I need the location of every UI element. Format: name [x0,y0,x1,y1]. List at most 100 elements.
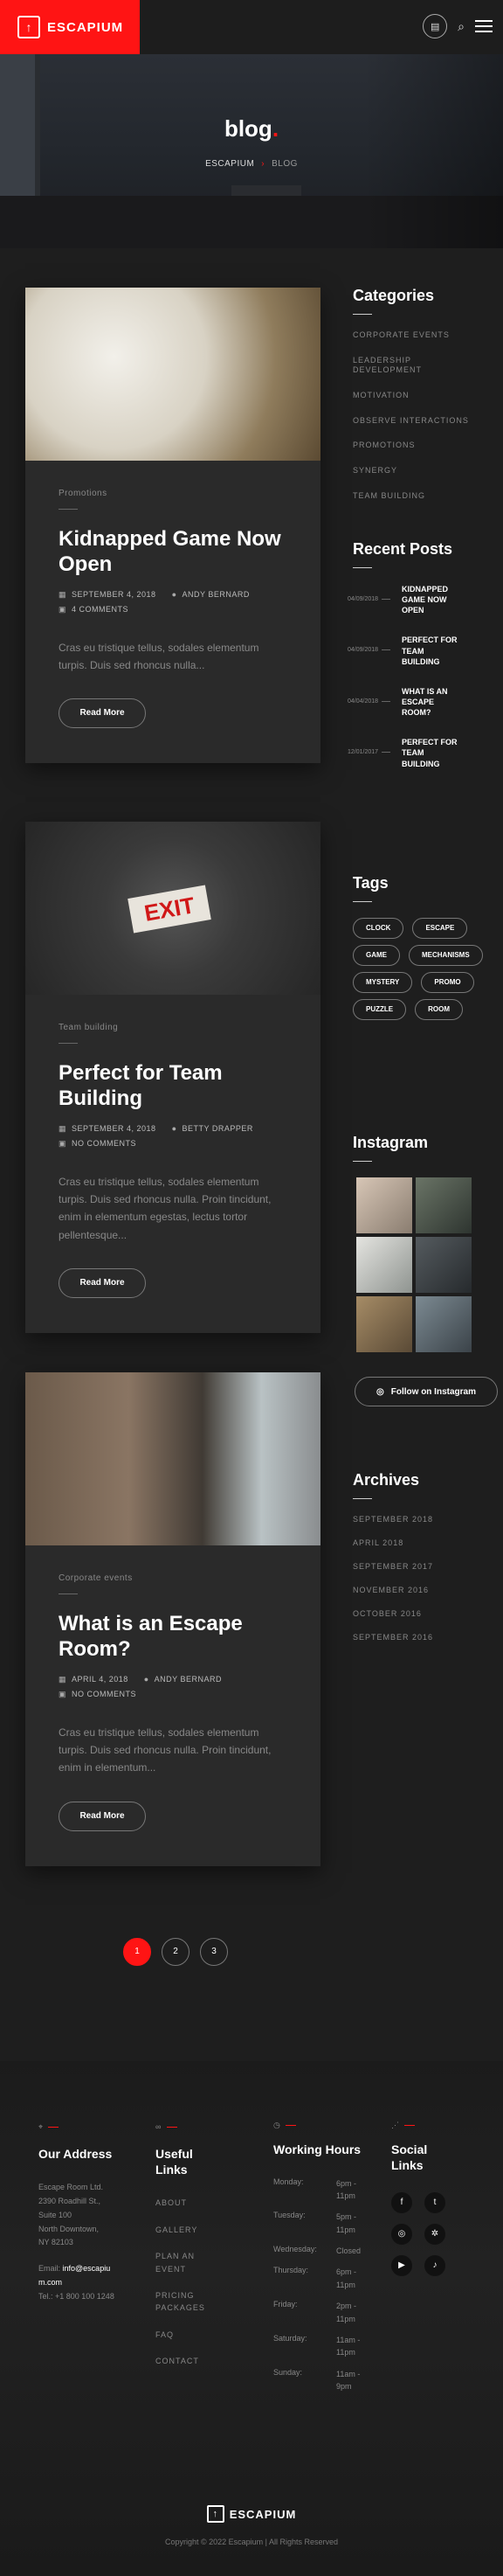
header-actions: ▤ ⌕ [423,14,493,38]
category-link[interactable]: MOTIVATION [353,391,493,401]
tag-link[interactable]: PUZZLE [353,999,407,1020]
category-link[interactable]: OBSERVE INTERACTIONS [353,416,493,427]
post-image-exit-sign[interactable]: EXIT [25,822,320,995]
brand-logo[interactable]: ↑ ESCAPIUM [0,0,140,54]
recent-post-item[interactable]: 12/01/2017 PERFECT FOR TEAM BUILDING [348,737,493,768]
recent-post-item[interactable]: 04/09/2018 PERFECT FOR TEAM BUILDING [348,635,493,666]
instagram-photo[interactable] [356,1237,412,1293]
recent-post-date: 04/09/2018 [348,584,402,602]
instagram-icon: ◎ [376,1386,384,1397]
recent-post-item[interactable]: 04/04/2018 WHAT IS AN ESCAPE ROOM? [348,686,493,718]
page-link-1[interactable]: 1 [123,1938,151,1966]
post-category[interactable]: Promotions [59,489,287,498]
read-more-button[interactable]: Read More [59,698,146,729]
footer-link[interactable]: GALLERY [155,2224,217,2236]
archive-link[interactable]: SEPTEMBER 2018 [353,1515,493,1524]
tag-link[interactable]: GAME [353,945,400,966]
pagination: 1 2 3 [123,1938,228,1966]
post-title[interactable]: Kidnapped Game Now Open [59,527,287,578]
recent-post-title[interactable]: PERFECT FOR TEAM BUILDING [402,635,463,666]
menu-icon[interactable] [475,20,493,32]
tag-link[interactable]: ESCAPE [412,918,468,939]
read-more-button[interactable]: Read More [59,1801,146,1831]
post-author[interactable]: BETTY DRAPPER [183,1124,253,1133]
instagram-photo[interactable] [416,1296,472,1352]
yelp-icon[interactable]: ✲ [424,2224,445,2245]
instagram-photo[interactable] [356,1296,412,1352]
post-image-clock[interactable] [25,288,320,461]
recent-post-title[interactable]: PERFECT FOR TEAM BUILDING [402,737,463,768]
comment-icon: ▣ [59,1689,67,1698]
footer-address: ⌖ Our Address Escape Room Ltd. 2390 Road… [38,2121,117,2303]
post-author[interactable]: ANDY BERNARD [155,1675,222,1684]
category-link[interactable]: TEAM BUILDING [353,491,493,502]
post-category[interactable]: Corporate events [59,1573,287,1583]
footer-heading: Useful Links [155,2147,193,2177]
instagram-photo[interactable] [356,1177,412,1233]
footer-link[interactable]: FAQ [155,2329,217,2341]
post-comments[interactable]: 4 COMMENTS [72,605,128,614]
phone[interactable]: Tel.: +1 800 100 1248 [38,2290,117,2304]
footer-link[interactable]: PLAN AN EVENT [155,2250,217,2275]
post-comments[interactable]: NO COMMENTS [72,1690,136,1698]
tag-link[interactable]: MYSTERY [353,972,413,993]
tag-link[interactable]: PROMO [421,972,474,993]
twitter-icon[interactable]: t [424,2192,445,2213]
page-hero [0,54,503,248]
read-more-button[interactable]: Read More [59,1268,146,1299]
logo-icon: ↑ [206,2505,224,2523]
instagram-icon[interactable]: ◎ [391,2224,412,2245]
post-author[interactable]: ANDY BERNARD [183,590,250,599]
tag-link[interactable]: CLOCK [353,918,404,939]
footer-heading: Our Address [38,2146,113,2161]
post-excerpt: Cras eu tristique tellus, sodales elemen… [59,641,259,671]
archive-link[interactable]: NOVEMBER 2016 [353,1586,493,1594]
breadcrumb-home[interactable]: ESCAPIUM [205,159,254,169]
page-link-2[interactable]: 2 [162,1938,189,1966]
archive-link[interactable]: SEPTEMBER 2016 [353,1633,493,1642]
archive-link[interactable]: APRIL 2018 [353,1538,493,1547]
category-link[interactable]: LEADERSHIP DEVELOPMENT [353,356,436,376]
recent-post-title[interactable]: WHAT IS AN ESCAPE ROOM? [402,686,463,718]
instagram-photo[interactable] [416,1237,472,1293]
user-icon: ● [171,590,177,600]
follow-instagram-button[interactable]: ◎ Follow on Instagram [355,1377,498,1406]
share-icon: ⋰ [391,2121,399,2129]
category-link[interactable]: CORPORATE EVENTS [353,330,493,341]
post-excerpt: Cras eu tristique tellus, sodales elemen… [59,1175,272,1241]
top-bar: ↑ ESCAPIUM ▤ ⌕ [0,0,503,54]
widget-title: Recent Posts [353,540,453,558]
post-title[interactable]: What is an Escape Room? [59,1612,287,1663]
post-meta: ▦ APRIL 4, 2018 ● ANDY BERNARD [59,1675,287,1684]
footer-logo[interactable]: ↑ ESCAPIUM [0,2505,503,2523]
archive-link[interactable]: OCTOBER 2016 [353,1609,493,1618]
post-date[interactable]: APRIL 4, 2018 [72,1675,128,1684]
page-link-3[interactable]: 3 [200,1938,228,1966]
post-title[interactable]: Perfect for Team Building [59,1061,287,1112]
recent-posts-widget: Recent Posts 04/09/2018 KIDNAPPED GAME NO… [348,540,493,783]
tags-widget: Tags CLOCK ESCAPE GAME MECHANISMS MYSTER… [353,874,493,1020]
post-category[interactable]: Team building [59,1023,287,1032]
tag-link[interactable]: ROOM [415,999,463,1020]
footer-link[interactable]: ABOUT [155,2197,217,2209]
tag-link[interactable]: MECHANISMS [409,945,483,966]
recent-post-title[interactable]: KIDNAPPED GAME NOW OPEN [402,584,463,615]
category-link[interactable]: SYNERGY [353,466,493,476]
post-date[interactable]: SEPTEMBER 4, 2018 [72,1124,156,1133]
post-image-room[interactable] [25,1372,320,1545]
post-comments[interactable]: NO COMMENTS [72,1139,136,1148]
map-pin-icon: ⌖ [38,2122,44,2131]
footer-link[interactable]: CONTACT [155,2355,217,2367]
recent-post-item[interactable]: 04/09/2018 KIDNAPPED GAME NOW OPEN [348,584,493,615]
post-date[interactable]: SEPTEMBER 4, 2018 [72,590,156,599]
tiktok-icon[interactable]: ♪ [424,2255,445,2276]
facebook-icon[interactable]: f [391,2192,412,2213]
booking-icon[interactable]: ▤ [423,14,448,38]
footer-link[interactable]: PRICING PACKAGES [155,2289,217,2315]
category-link[interactable]: PROMOTIONS [353,441,493,451]
youtube-icon[interactable]: ▶ [391,2255,412,2276]
post-excerpt: Cras eu tristique tellus, sodales elemen… [59,1725,272,1774]
instagram-photo[interactable] [416,1177,472,1233]
archive-link[interactable]: SEPTEMBER 2017 [353,1562,493,1571]
search-icon[interactable]: ⌕ [458,19,465,34]
